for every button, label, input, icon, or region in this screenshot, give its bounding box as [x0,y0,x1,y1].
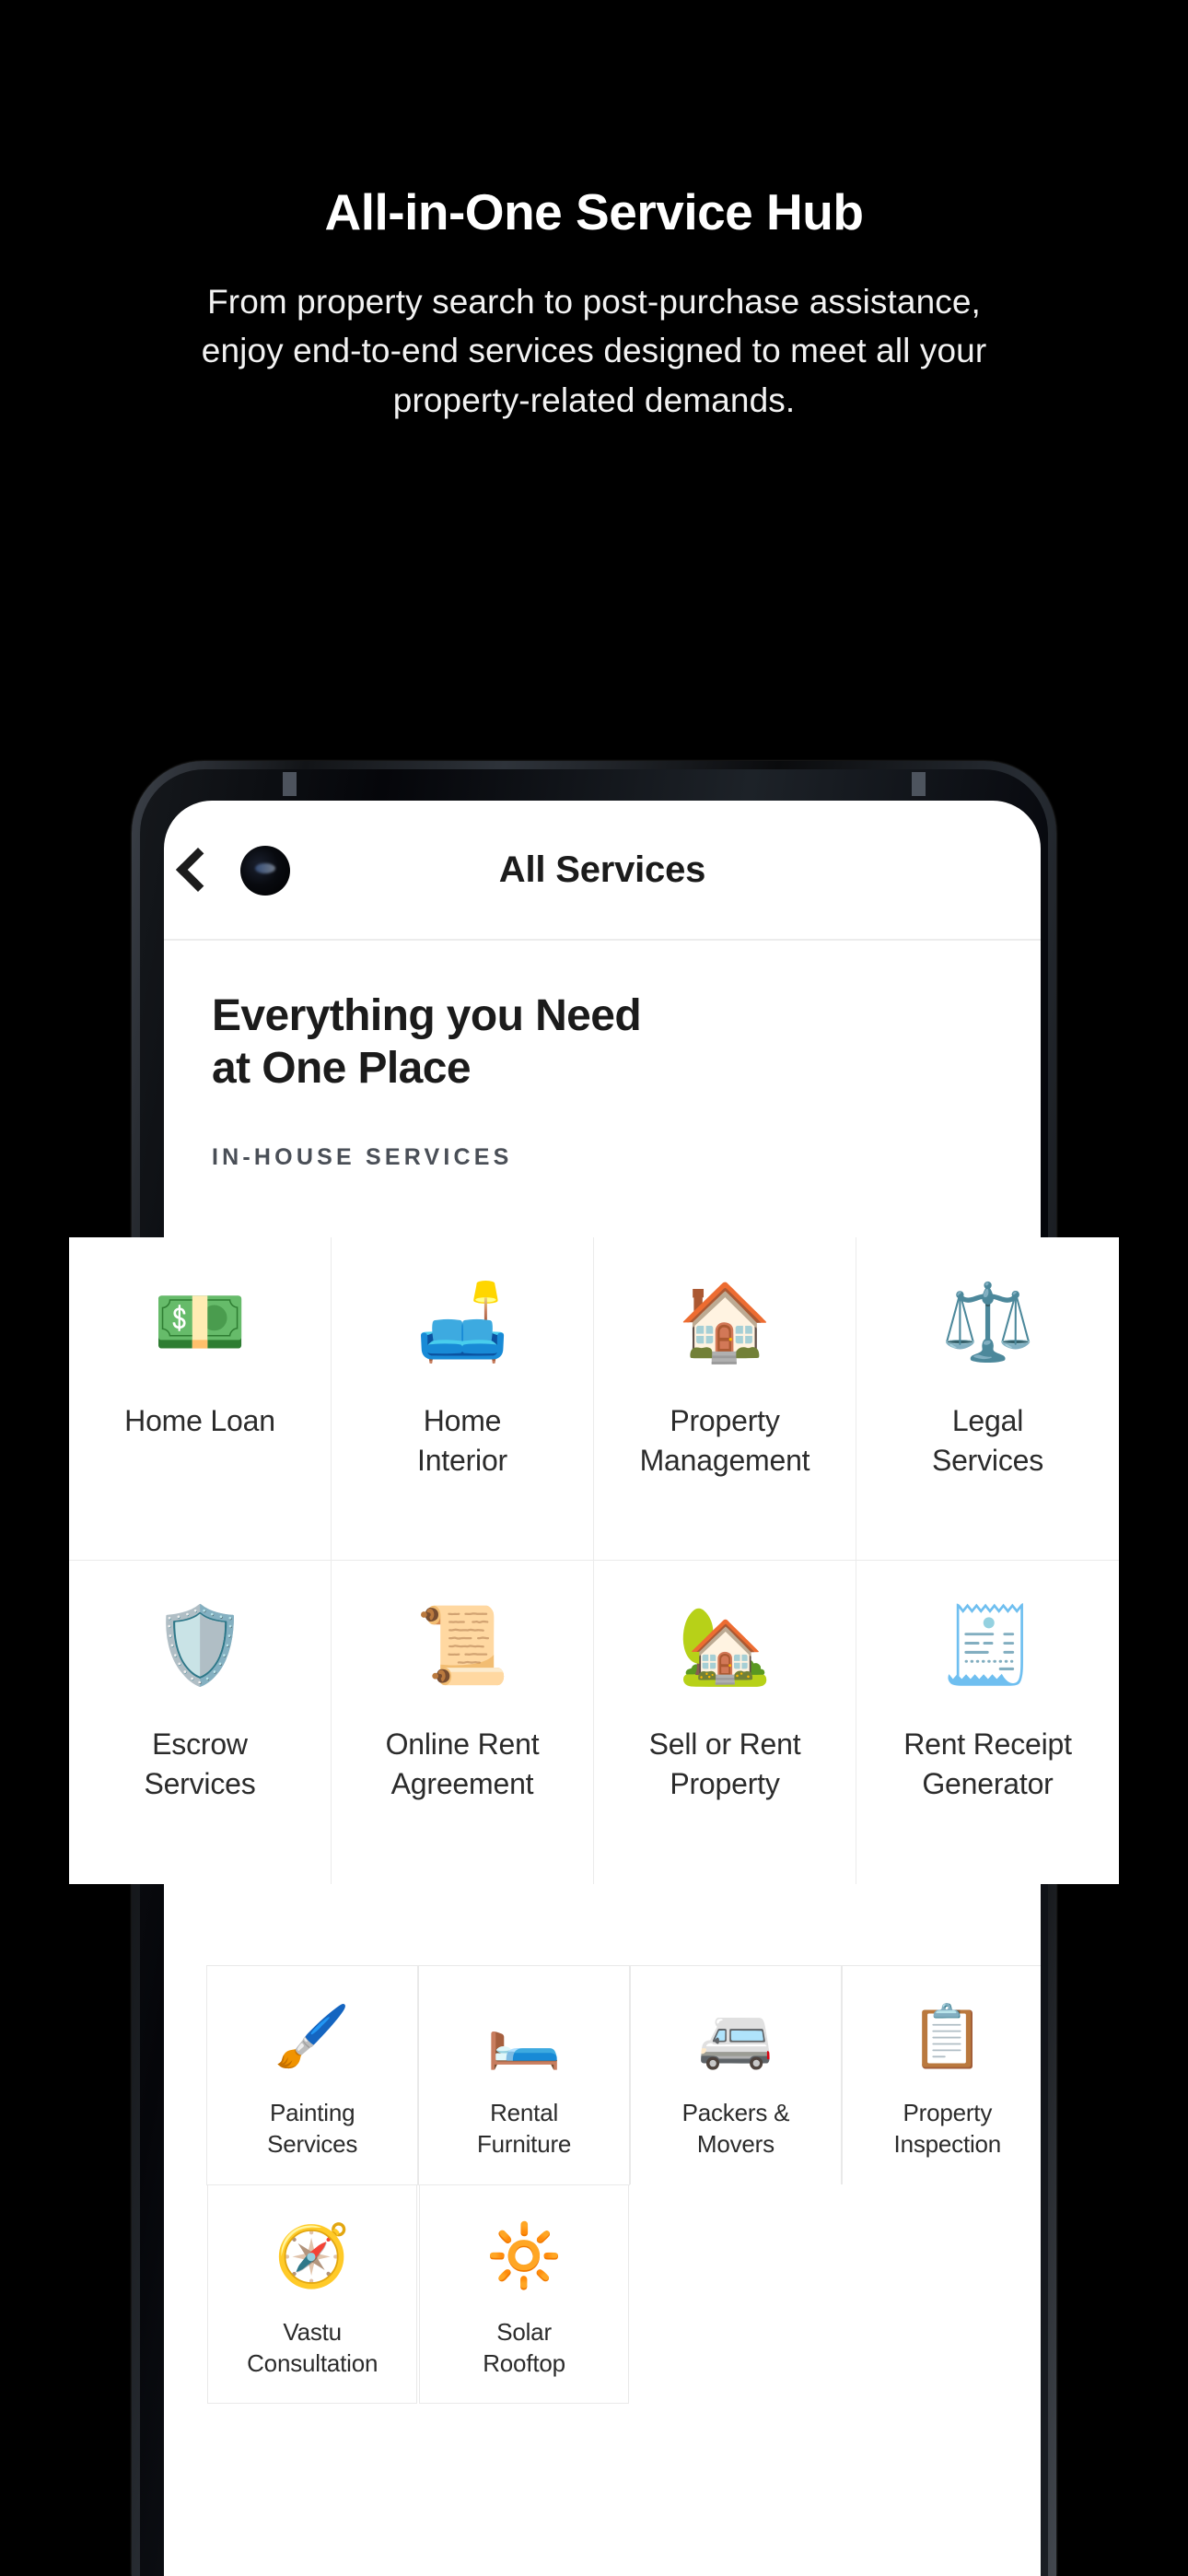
service-tile[interactable]: 🛡️ Escrow Services [69,1561,332,1884]
antenna-band-left [283,772,297,796]
house-badge-icon: 🏠 [677,1281,773,1364]
antenna-band-right [912,772,926,796]
promo-header: All-in-One Service Hub From property sea… [0,0,1188,425]
service-tile-label: Property Management [639,1404,810,1477]
service-tile-label: Rent Receipt Generator [903,1727,1072,1800]
page-heading-line-2: at One Place [212,1043,472,1093]
section-label-in-house-services: IN-HOUSE SERVICES [212,1144,513,1171]
service-tile[interactable]: ⚖️ Legal Services [856,1237,1119,1561]
service-tile[interactable]: 🏠 Property Management [594,1237,856,1561]
page-heading: Everything you Need at One Place [212,990,993,1095]
service-tile-label: Packers & Movers [681,2099,790,2159]
app-header-bar: All Services [164,801,1041,939]
solar-panel-icon: 🔆 [485,2220,563,2289]
service-tile[interactable]: 🧭 Vastu Consultation [207,2184,418,2405]
service-tile-label: Rental Furniture [476,2099,572,2159]
service-tile[interactable]: 📜 Online Rent Agreement [332,1561,594,1884]
service-tile[interactable]: 🧾 Rent Receipt Generator [856,1561,1119,1884]
in-house-services-overlay-card: 💵 Home Loan 🛋️ Home Interior 🏠 Property Manag… [69,1237,1119,1884]
sofa-icon: 🛋️ [414,1281,510,1364]
gavel-icon: ⚖️ [940,1281,1035,1364]
service-tile-label: Solar Rooftop [483,2317,565,2377]
house-key-icon: 🏡 [677,1604,773,1688]
service-tile[interactable]: 🖌️ Painting Services [207,1966,418,2184]
service-tile[interactable]: 🚐 Packers & Movers [630,1966,842,2184]
service-tile-label: Home Interior [417,1404,507,1477]
clipboard-check-house-icon: 📋 [909,2002,985,2070]
receipt-house-icon: 🧾 [940,1604,1035,1688]
moving-van-icon: 🚐 [697,2002,775,2070]
certificate-document-icon: 📜 [414,1604,510,1688]
bed-icon: 🛏️ [485,2002,563,2070]
promo-subtitle: From property search to post-purchase as… [201,282,987,419]
service-tile-label: Escrow Services [144,1727,256,1800]
service-tile-label: Home Loan [124,1404,275,1437]
service-tile[interactable]: 📋 Property Inspection [842,1966,1041,2184]
empty-grid-slot [841,2184,1041,2406]
lower-services-grid-row-2: 🧭 Vastu Consultation 🔆 Solar Rooftop [206,2184,1041,2406]
shield-coin-icon: 🛡️ [152,1604,248,1688]
lower-services-section: 🖌️ Painting Services 🛏️ Rental Furniture 🚐 Pa… [206,1965,1041,2406]
paint-roller-icon: 🖌️ [274,2002,351,2070]
service-tile-label: Online Rent Agreement [385,1727,540,1800]
lower-services-grid-row-1: 🖌️ Painting Services 🛏️ Rental Furniture 🚐 Pa… [206,1965,1041,2185]
page-content: Everything you Need at One Place IN-HOUS… [164,941,1041,1171]
service-tile-label: Painting Services [267,2099,358,2159]
service-tile-label: Sell or Rent Property [648,1727,801,1800]
compass-icon: 🧭 [274,2220,351,2289]
service-tile[interactable]: 🏡 Sell or Rent Property [594,1561,856,1884]
service-tile[interactable]: 🛏️ Rental Furniture [418,1966,630,2184]
page-title: All Services [498,849,706,890]
service-tile[interactable]: 🔆 Solar Rooftop [418,2184,630,2405]
service-tile-label: Vastu Consultation [247,2317,379,2377]
empty-grid-slot [629,2184,843,2406]
promo-title: All-in-One Service Hub [324,183,864,240]
service-tile-label: Property Inspection [893,2099,1002,2159]
page-heading-line-1: Everything you Need [212,991,642,1040]
screenshot-stage: All-in-One Service Hub From property sea… [0,0,1188,2576]
service-tile-label: Legal Services [931,1404,1044,1477]
service-tile[interactable]: 💵 Home Loan [69,1237,332,1561]
service-tile[interactable]: 🛋️ Home Interior [332,1237,594,1561]
money-stack-icon: 💵 [152,1281,248,1364]
